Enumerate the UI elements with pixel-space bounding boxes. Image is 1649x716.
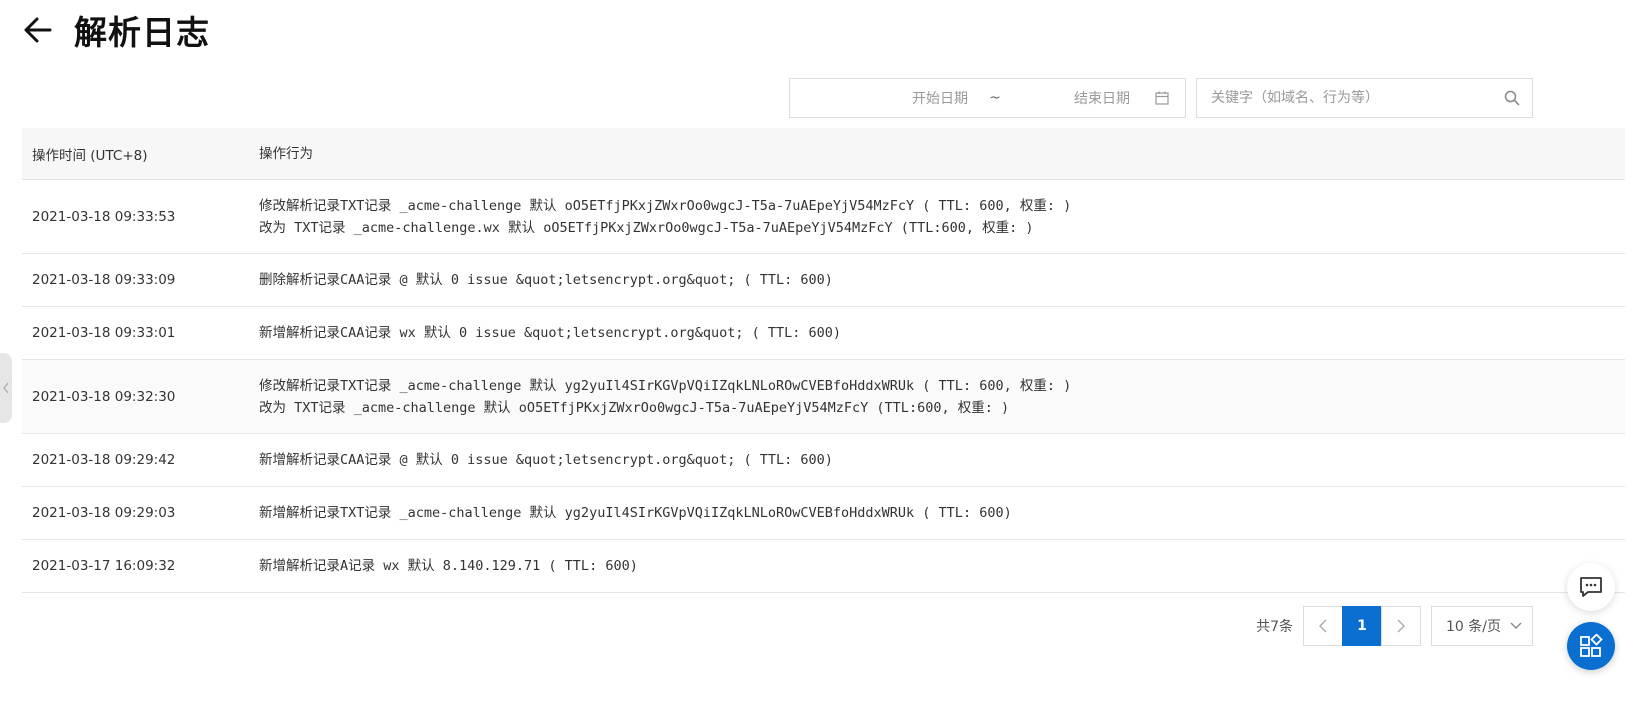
page-size-select[interactable]: 10 条/页 xyxy=(1431,606,1533,646)
search-icon[interactable] xyxy=(1492,90,1532,106)
action-line: 修改解析记录TXT记录 _acme-challenge 默认 oO5ETfjPK… xyxy=(259,197,1072,214)
chevron-left-icon xyxy=(3,382,9,394)
row-time: 2021-03-18 09:29:03 xyxy=(32,505,176,521)
row-action: 新增解析记录A记录 wx 默认 8.140.129.71 ( TTL: 600) xyxy=(259,555,1625,577)
table-row: 2021-03-18 09:33:01 新增解析记录CAA记录 wx 默认 0 … xyxy=(22,307,1625,360)
row-time: 2021-03-18 09:32:30 xyxy=(32,388,176,405)
chat-button[interactable] xyxy=(1567,563,1615,611)
action-line: 新增解析记录TXT记录 _acme-challenge 默认 yg2yuIl4S… xyxy=(259,505,1012,521)
filter-toolbar: 开始日期 ~ 结束日期 xyxy=(789,78,1533,118)
table-row: 2021-03-18 09:32:30 修改解析记录TXT记录 _acme-ch… xyxy=(22,360,1625,434)
action-line: 改为 TXT记录 _acme-challenge.wx 默认 oO5ETfjPK… xyxy=(259,219,1034,236)
row-action: 修改解析记录TXT记录 _acme-challenge 默认 oO5ETfjPK… xyxy=(259,195,1625,239)
start-date-placeholder[interactable]: 开始日期 xyxy=(790,88,980,108)
side-collapse-tab[interactable] xyxy=(0,353,12,423)
action-line: 改为 TXT记录 _acme-challenge 默认 oO5ETfjPKxjZ… xyxy=(259,399,1010,416)
end-date-placeholder[interactable]: 结束日期 xyxy=(1010,88,1130,108)
chevron-down-icon xyxy=(1510,622,1522,629)
chevron-right-icon xyxy=(1397,619,1405,633)
row-time: 2021-03-18 09:33:01 xyxy=(32,325,176,341)
page-button-current[interactable]: 1 xyxy=(1342,606,1382,646)
table-header: 操作时间 (UTC+8) 操作行为 xyxy=(22,128,1625,180)
page-header: 解析日志 xyxy=(22,8,210,52)
action-line: 新增解析记录CAA记录 wx 默认 0 issue &quot;letsencr… xyxy=(259,325,842,341)
row-time: 2021-03-18 09:33:53 xyxy=(32,208,176,225)
page-title: 解析日志 xyxy=(74,13,210,52)
action-line: 新增解析记录A记录 wx 默认 8.140.129.71 ( TTL: 600) xyxy=(259,558,638,574)
row-action: 修改解析记录TXT记录 _acme-challenge 默认 yg2yuIl4S… xyxy=(259,375,1625,419)
row-action: 删除解析记录CAA记录 @ 默认 0 issue &quot;letsencry… xyxy=(259,269,1625,291)
table-row: 2021-03-18 09:29:03 新增解析记录TXT记录 _acme-ch… xyxy=(22,487,1625,540)
table-row: 2021-03-18 09:29:42 新增解析记录CAA记录 @ 默认 0 i… xyxy=(22,434,1625,487)
date-range-picker[interactable]: 开始日期 ~ 结束日期 xyxy=(789,78,1186,118)
column-header-action: 操作行为 xyxy=(259,145,313,162)
action-line: 新增解析记录CAA记录 @ 默认 0 issue &quot;letsencry… xyxy=(259,452,833,468)
total-count: 共7条 xyxy=(1256,619,1293,635)
calendar-icon[interactable] xyxy=(1155,91,1169,105)
action-line: 删除解析记录CAA记录 @ 默认 0 issue &quot;letsencry… xyxy=(259,272,833,288)
search-input[interactable] xyxy=(1197,90,1492,106)
row-action: 新增解析记录CAA记录 @ 默认 0 issue &quot;letsencry… xyxy=(259,449,1625,471)
row-time: 2021-03-17 16:09:32 xyxy=(32,558,176,574)
chevron-left-icon xyxy=(1319,619,1327,633)
arrow-left-icon xyxy=(24,17,52,43)
table-row: 2021-03-17 16:09:32 新增解析记录A记录 wx 默认 8.14… xyxy=(22,540,1625,593)
log-table: 操作时间 (UTC+8) 操作行为 2021-03-18 09:33:53 修改… xyxy=(22,128,1625,593)
prev-page-button[interactable] xyxy=(1303,606,1343,646)
table-row: 2021-03-18 09:33:09 删除解析记录CAA记录 @ 默认 0 i… xyxy=(22,254,1625,307)
back-button[interactable] xyxy=(22,14,54,46)
apps-button[interactable] xyxy=(1567,622,1615,670)
column-header-time: 操作时间 (UTC+8) xyxy=(32,147,148,164)
row-time: 2021-03-18 09:33:09 xyxy=(32,272,176,288)
chat-icon xyxy=(1580,577,1602,597)
pagination: 共7条 1 10 条/页 xyxy=(1256,606,1533,646)
action-line: 修改解析记录TXT记录 _acme-challenge 默认 yg2yuIl4S… xyxy=(259,377,1072,394)
next-page-button[interactable] xyxy=(1381,606,1421,646)
row-time: 2021-03-18 09:29:42 xyxy=(32,452,176,468)
apps-icon xyxy=(1580,634,1603,657)
row-action: 新增解析记录TXT记录 _acme-challenge 默认 yg2yuIl4S… xyxy=(259,502,1625,524)
date-separator: ~ xyxy=(989,90,1001,106)
table-row: 2021-03-18 09:33:53 修改解析记录TXT记录 _acme-ch… xyxy=(22,180,1625,254)
search-box xyxy=(1196,78,1533,118)
page-size-label: 10 条/页 xyxy=(1446,619,1501,635)
row-action: 新增解析记录CAA记录 wx 默认 0 issue &quot;letsencr… xyxy=(259,322,1625,344)
